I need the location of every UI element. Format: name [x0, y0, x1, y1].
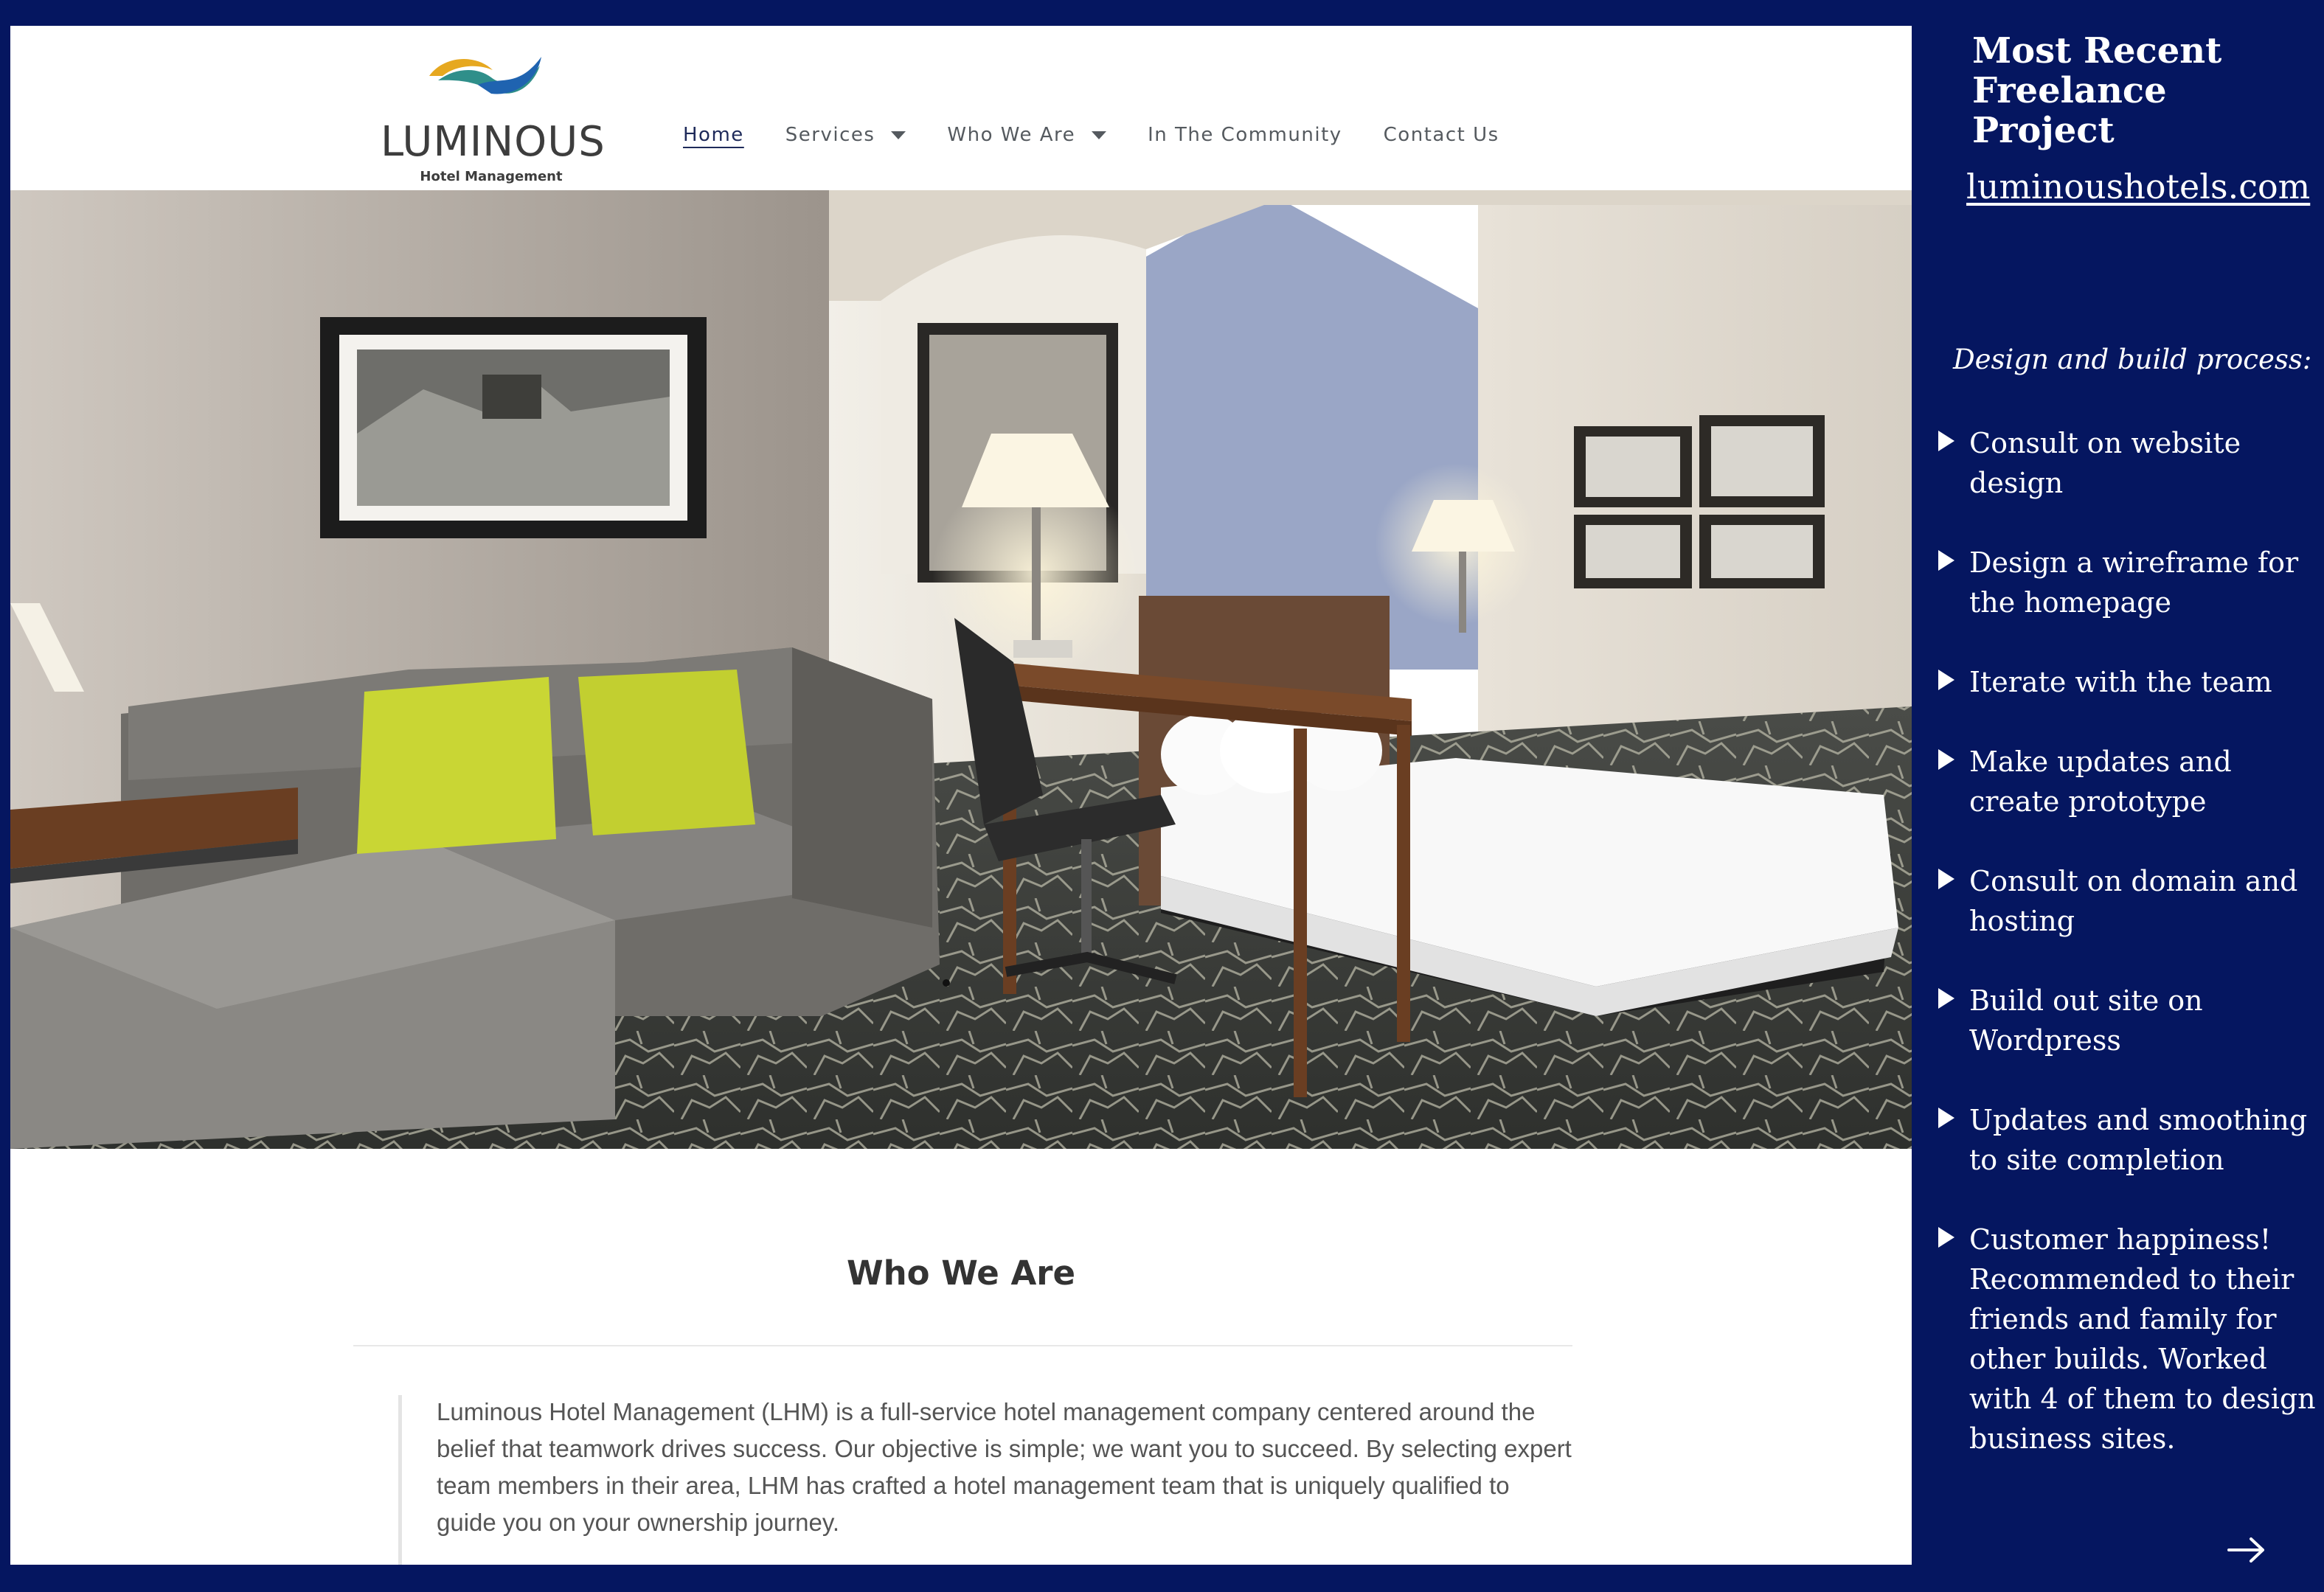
- nav-home-label: Home: [683, 124, 744, 146]
- process-step: Consult on domain and hosting: [1938, 861, 2322, 941]
- logo-subtitle: Hotel Management: [420, 169, 563, 184]
- luminous-logo[interactable]: LUMINOUS Hotel Management: [381, 51, 609, 191]
- process-step-text: Iterate with the team: [1969, 666, 2272, 698]
- process-step: Customer happiness! Recommended to their…: [1938, 1220, 2322, 1459]
- nav-in-the-community-label: In The Community: [1148, 124, 1342, 146]
- triangle-bullet-icon: [1938, 1227, 1954, 1248]
- quote-bar: [398, 1395, 402, 1565]
- caret-down-icon: [1092, 131, 1107, 139]
- panel-title: Most Recent Freelance Project: [1972, 30, 2222, 151]
- triangle-bullet-icon: [1938, 988, 1954, 1009]
- who-we-are-body: Luminous Hotel Management (LHM) is a ful…: [437, 1398, 1572, 1536]
- process-step: Design a wireframe for the homepage: [1938, 543, 2322, 622]
- triangle-bullet-icon: [1938, 1108, 1954, 1128]
- nav-who-we-are-label: Who We Are: [947, 124, 1076, 146]
- logo-swoosh-icon: [429, 57, 541, 94]
- nav-contact-us-label: Contact Us: [1383, 124, 1499, 146]
- nav-in-the-community[interactable]: In The Community: [1148, 124, 1342, 146]
- nav-services[interactable]: Services: [785, 124, 906, 146]
- process-step-text: Consult on domain and hosting: [1969, 865, 2298, 937]
- caret-down-icon: [891, 131, 906, 139]
- triangle-bullet-icon: [1938, 550, 1954, 571]
- nav-home[interactable]: Home: [683, 124, 744, 146]
- triangle-bullet-icon: [1938, 670, 1954, 690]
- triangle-bullet-icon: [1938, 431, 1954, 451]
- website-screenshot: LUMINOUS Hotel Management Home Services …: [10, 26, 1912, 1565]
- who-we-are-heading: Who We Are: [846, 1254, 1075, 1293]
- process-step: Make updates and create prototype: [1938, 742, 2322, 821]
- process-step-text: Consult on website design: [1969, 427, 2241, 499]
- logo-wordmark: LUMINOUS: [381, 118, 606, 166]
- hero-room-image: [10, 190, 1912, 1149]
- nav-contact-us[interactable]: Contact Us: [1384, 124, 1499, 146]
- process-subtitle: Design and build process:: [1953, 344, 2312, 375]
- triangle-bullet-icon: [1938, 749, 1954, 770]
- process-step-text: Build out site on Wordpress: [1969, 984, 2203, 1057]
- process-steps-list: Consult on website design Design a wiref…: [1938, 423, 2322, 1459]
- process-step-text: Make updates and create prototype: [1969, 745, 2232, 818]
- nav-services-label: Services: [785, 124, 875, 146]
- process-step: Updates and smoothing to site completion: [1938, 1100, 2322, 1180]
- process-step-text: Design a wireframe for the homepage: [1969, 546, 2299, 619]
- project-info-panel: Most Recent Freelance Project luminousho…: [1912, 0, 2324, 1592]
- main-nav: Home Services Who We Are In The Communit…: [683, 120, 1541, 150]
- process-step-text: Customer happiness! Recommended to their…: [1969, 1223, 2316, 1455]
- slider-dot[interactable]: [943, 979, 950, 987]
- process-step: Iterate with the team: [1938, 662, 2322, 702]
- nav-who-we-are[interactable]: Who We Are: [947, 124, 1107, 146]
- process-step-text: Updates and smoothing to site completion: [1969, 1104, 2308, 1176]
- arrow-right-icon[interactable]: [2227, 1537, 2266, 1563]
- process-step: Build out site on Wordpress: [1938, 981, 2322, 1060]
- process-step: Consult on website design: [1938, 423, 2322, 503]
- project-url-link[interactable]: luminoushotels.com: [1966, 167, 2310, 206]
- site-header: LUMINOUS Hotel Management Home Services …: [10, 26, 1912, 190]
- triangle-bullet-icon: [1938, 869, 1954, 889]
- section-divider: [353, 1345, 1572, 1346]
